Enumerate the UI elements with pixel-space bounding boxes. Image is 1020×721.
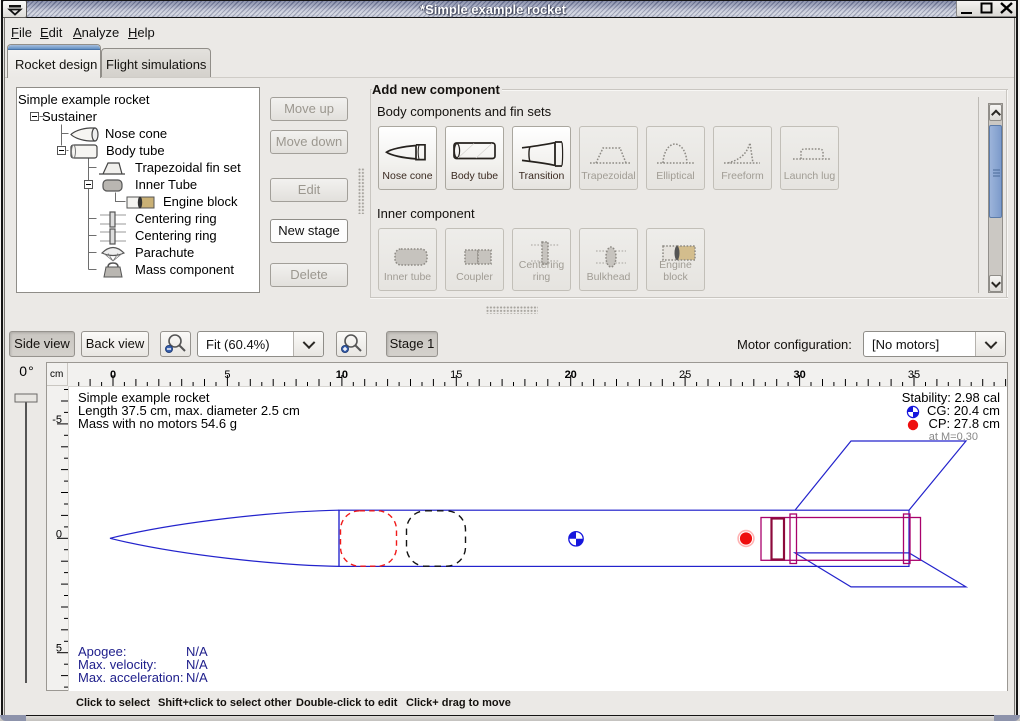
- svg-text:-5: -5: [52, 414, 62, 426]
- svg-text:0: 0: [56, 528, 62, 540]
- svg-text:25: 25: [679, 369, 691, 381]
- svg-text:10: 10: [336, 369, 348, 381]
- svg-text:5: 5: [224, 369, 230, 381]
- svg-text:15: 15: [450, 369, 462, 381]
- svg-text:0: 0: [110, 369, 116, 381]
- svg-text:5: 5: [56, 643, 62, 655]
- svg-text:35: 35: [908, 369, 920, 381]
- svg-text:20: 20: [565, 369, 577, 381]
- svg-text:30: 30: [793, 369, 805, 381]
